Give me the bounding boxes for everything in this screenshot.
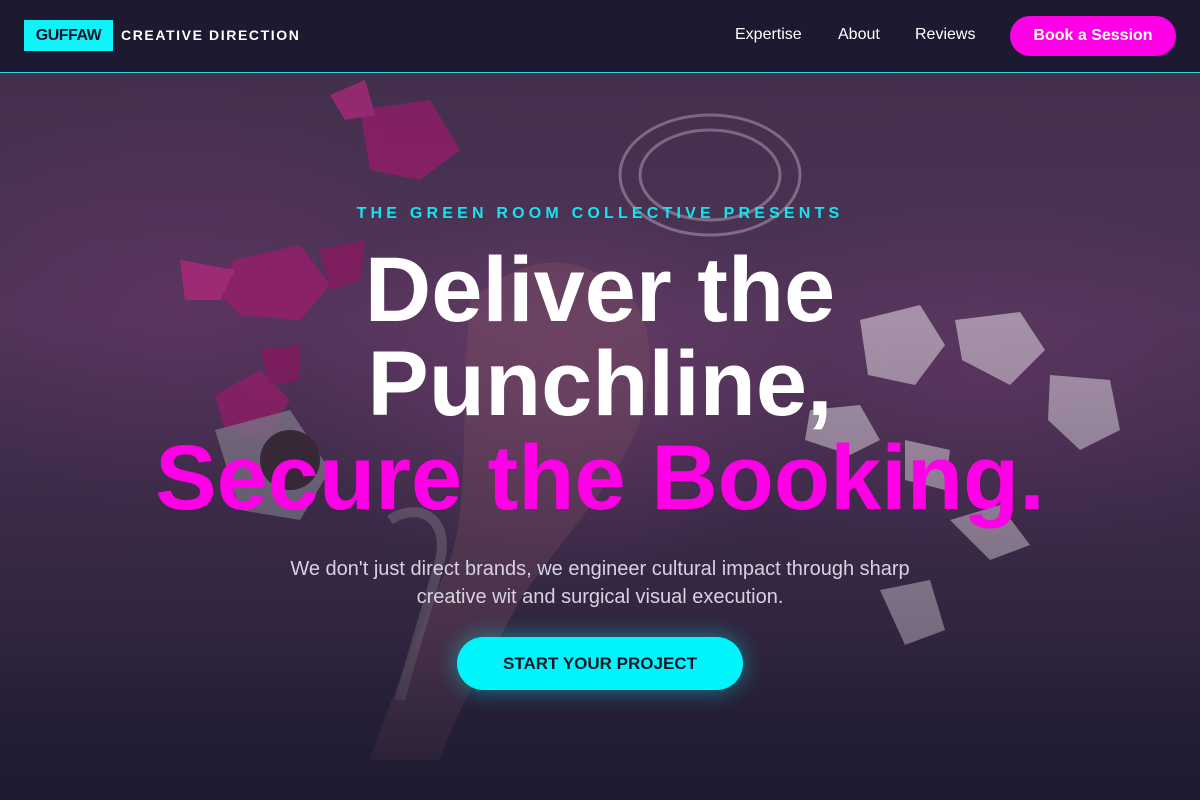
book-session-button[interactable]: Book a Session: [1010, 16, 1176, 56]
nav-link-about[interactable]: About: [838, 26, 880, 44]
headline-line-2: Punchline,: [367, 333, 833, 435]
start-project-button[interactable]: START YOUR PROJECT: [457, 637, 743, 690]
logo-subtitle: CREATIVE DIRECTION: [121, 27, 301, 43]
hero-subtitle: We don't just direct brands, we engineer…: [290, 558, 910, 608]
logo[interactable]: GUFFAW: [24, 20, 113, 51]
nav-link-reviews[interactable]: Reviews: [915, 26, 975, 44]
nav-link-expertise[interactable]: Expertise: [735, 26, 802, 44]
headline-line-3: Secure the Booking.: [155, 427, 1045, 529]
hero-headline: Deliver the Punchline, Secure the Bookin…: [0, 243, 1200, 525]
headline-line-1: Deliver the: [364, 239, 836, 341]
page: GUFFAW CREATIVE DIRECTION Expertise Abou…: [0, 0, 1200, 800]
site-header: GUFFAW CREATIVE DIRECTION Expertise Abou…: [0, 0, 1200, 73]
hero-eyebrow: THE GREEN ROOM COLLECTIVE PRESENTS: [356, 205, 844, 222]
